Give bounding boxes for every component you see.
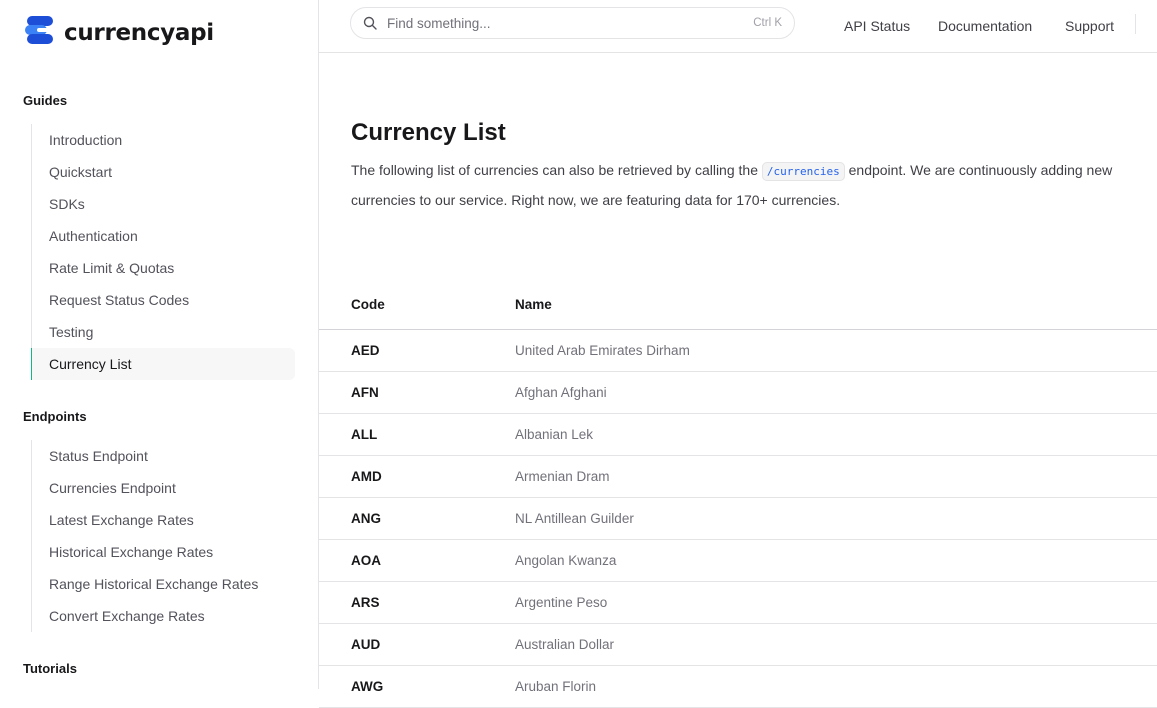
currency-name: Armenian Dram <box>515 469 610 484</box>
sidebar-item-historical-rates[interactable]: Historical Exchange Rates <box>31 536 295 568</box>
table-row: ANG NL Antillean Guilder <box>319 498 1157 540</box>
currency-code: AED <box>351 343 380 358</box>
brand-name: currencyapi <box>64 19 214 46</box>
currency-code: AFN <box>351 385 379 400</box>
sidebar-item-quickstart[interactable]: Quickstart <box>31 156 295 188</box>
currency-name: Australian Dollar <box>515 637 615 652</box>
nav-heading-guides: Guides <box>23 93 68 108</box>
table-row: AED United Arab Emirates Dirham <box>319 330 1157 372</box>
sidebar-item-latest-rates[interactable]: Latest Exchange Rates <box>31 504 295 536</box>
currency-name: Aruban Florin <box>515 679 597 694</box>
nav-group-guides: Introduction Quickstart SDKs Authenticat… <box>31 124 295 380</box>
logo[interactable]: currencyapi <box>25 15 214 50</box>
currencies-endpoint-code: /currencies <box>761 162 845 181</box>
nav-api-status-wrap: API Status <box>844 0 910 52</box>
search-icon <box>363 16 377 30</box>
table-header: Code Name <box>319 279 1157 330</box>
table-row: AUD Australian Dollar <box>319 624 1157 666</box>
currency-code: ARS <box>351 595 380 610</box>
currency-code: ALL <box>351 427 378 442</box>
currencyapi-logo-icon <box>25 15 56 50</box>
sidebar-item-currency-list[interactable]: Currency List <box>31 348 295 380</box>
currency-code: AOA <box>351 553 381 568</box>
nav-divider <box>1135 14 1136 34</box>
nav-heading-tutorials: Tutorials <box>23 661 77 676</box>
currency-name: Argentine Peso <box>515 595 608 610</box>
currency-table: Code Name AED United Arab Emirates Dirham… <box>319 279 1157 708</box>
sidebar-item-currencies-endpoint[interactable]: Currencies Endpoint <box>31 472 295 504</box>
column-header-code: Code <box>351 296 385 312</box>
search-shortcut: Ctrl K <box>753 17 782 29</box>
currency-name: United Arab Emirates Dirham <box>515 343 690 358</box>
currency-name: Albanian Lek <box>515 427 594 442</box>
sidebar-item-range-historical-rates[interactable]: Range Historical Exchange Rates <box>31 568 295 600</box>
table-row: AMD Armenian Dram <box>319 456 1157 498</box>
sidebar-item-request-status-codes[interactable]: Request Status Codes <box>31 284 295 316</box>
sidebar-item-sdks[interactable]: SDKs <box>31 188 295 220</box>
sidebar-item-rate-limit[interactable]: Rate Limit & Quotas <box>31 252 295 284</box>
sidebar-item-introduction[interactable]: Introduction <box>31 124 295 156</box>
nav-documentation[interactable]: Documentation <box>938 18 1032 34</box>
intro-text-before: The following list of currencies can als… <box>351 162 762 178</box>
page-title: Currency List <box>351 119 506 146</box>
nav-documentation-wrap: Documentation <box>938 0 1032 52</box>
table-row: ALL Albanian Lek <box>319 414 1157 456</box>
main-content: Currency List The following list of curr… <box>319 53 1157 708</box>
sidebar: currencyapi Guides Introduction Quicksta… <box>0 0 319 689</box>
search-box[interactable]: Find something... Ctrl K <box>350 7 795 39</box>
currency-name: NL Antillean Guilder <box>515 511 634 526</box>
search-placeholder: Find something... <box>387 15 491 31</box>
table-row: AFN Afghan Afghani <box>319 372 1157 414</box>
table-row: AOA Angolan Kwanza <box>319 540 1157 582</box>
table-row: AWG Aruban Florin <box>319 666 1157 708</box>
currency-name: Angolan Kwanza <box>515 553 617 568</box>
currency-code: AUD <box>351 637 381 652</box>
nav-support[interactable]: Support <box>1065 18 1114 34</box>
intro-paragraph: The following list of currencies can als… <box>351 156 1141 215</box>
table-row: ARS Argentine Peso <box>319 582 1157 624</box>
nav-support-wrap: Support <box>1065 0 1114 52</box>
nav-group-endpoints: Status Endpoint Currencies Endpoint Late… <box>31 440 295 632</box>
column-header-name: Name <box>515 296 552 312</box>
currency-code: ANG <box>351 511 381 526</box>
currency-code: AWG <box>351 679 384 694</box>
nav-heading-endpoints: Endpoints <box>23 409 87 424</box>
sidebar-item-status-endpoint[interactable]: Status Endpoint <box>31 440 295 472</box>
sidebar-item-testing[interactable]: Testing <box>31 316 295 348</box>
currency-name: Afghan Afghani <box>515 385 607 400</box>
nav-api-status[interactable]: API Status <box>844 18 910 34</box>
sidebar-item-authentication[interactable]: Authentication <box>31 220 295 252</box>
sidebar-item-convert-rates[interactable]: Convert Exchange Rates <box>31 600 295 632</box>
top-bar: Find something... Ctrl K API Status Docu… <box>319 0 1157 53</box>
currency-code: AMD <box>351 469 382 484</box>
